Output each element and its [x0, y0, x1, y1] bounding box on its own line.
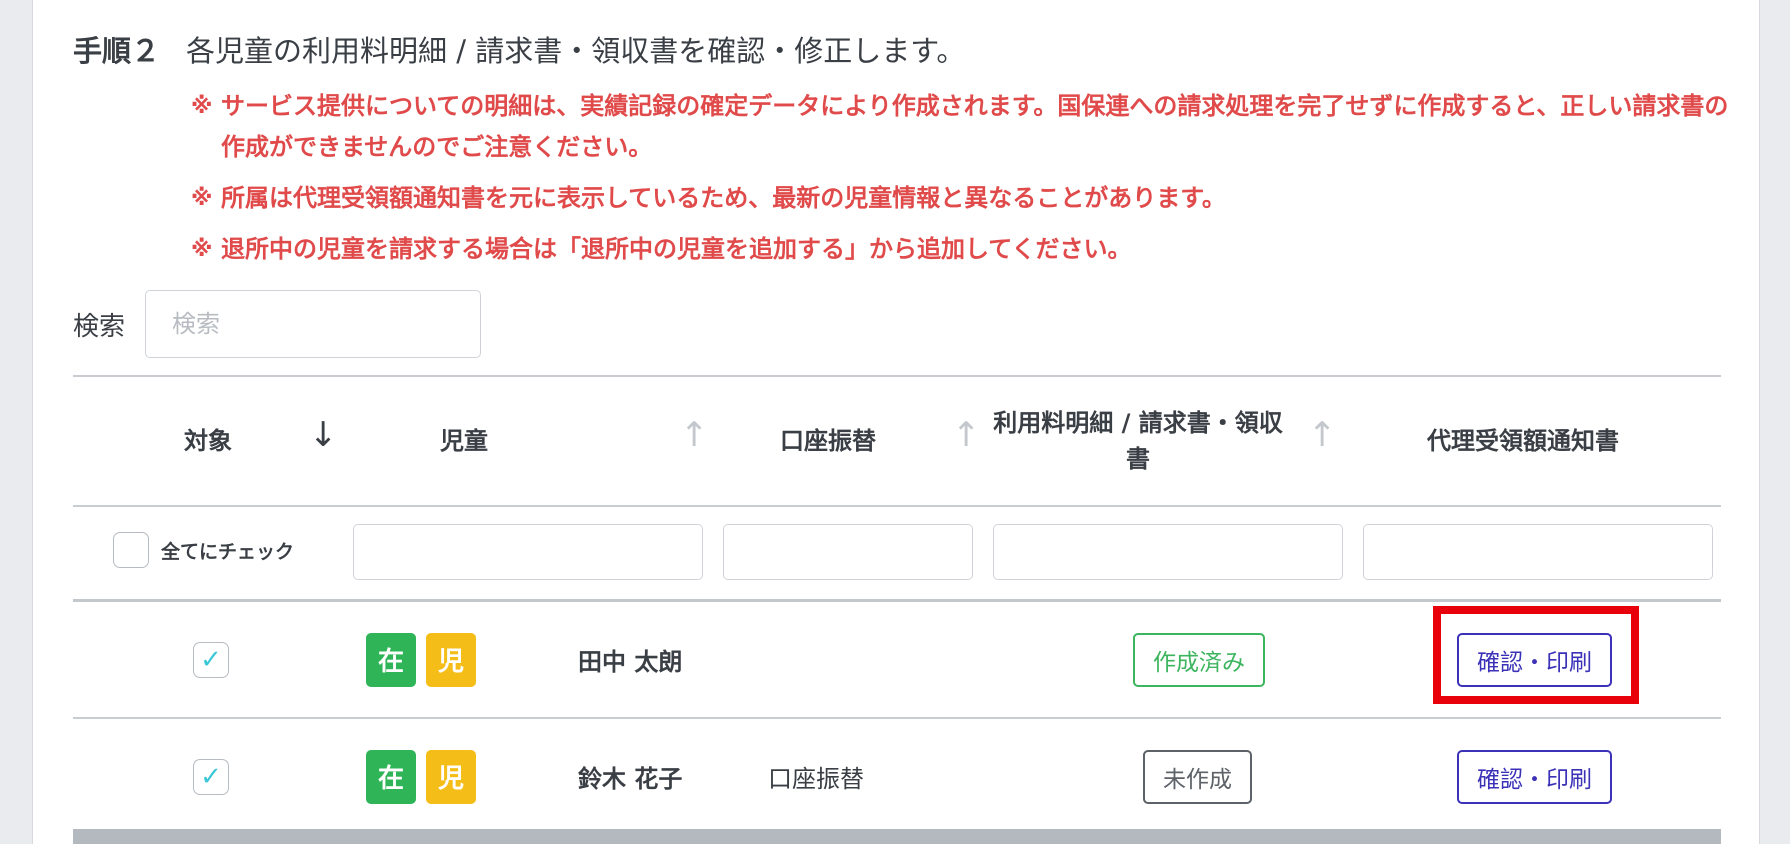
search-input[interactable]: [145, 290, 481, 358]
warning-note: ※ 所属は代理受領額通知書を元に表示しているため、最新の児童情報と異なることがあ…: [191, 178, 1741, 219]
row-badges: 在 児: [366, 719, 486, 834]
status-badge-enrolled: 在: [366, 749, 416, 804]
note-mark-icon: ※: [191, 237, 213, 262]
note-mark-icon: ※: [191, 94, 213, 119]
row-badges: 在 児: [366, 602, 486, 717]
warning-notes: ※ サービス提供についての明細は、実績記録の確定データにより作成されます。国保連…: [191, 86, 1741, 280]
note-mark-icon: ※: [191, 186, 213, 211]
table-header: 対象 ↓ 児童 ↑ 口座振替 ↑ 利用料明細 / 請求書・領収書 ↑ 代理受領額…: [73, 375, 1721, 507]
row-status-cell: 作成済み: [1133, 602, 1265, 717]
column-label: 児童: [440, 427, 488, 455]
main-panel: 手順２ 各児童の利用料明細 / 請求書・領収書を確認・修正します。 ※ サービス提…: [32, 0, 1760, 844]
transfer-value: 口座振替: [768, 765, 864, 793]
warning-note: ※ 退所中の児童を請求する場合は「退所中の児童を追加する」から追加してください。: [191, 229, 1741, 270]
status-badge-child: 児: [426, 749, 476, 804]
column-header-target[interactable]: 対象: [73, 377, 343, 505]
column-label: 対象: [184, 427, 232, 455]
step-description: 各児童の利用料明細 / 請求書・領収書を確認・修正します。: [186, 34, 966, 68]
row-checkbox[interactable]: ✓: [193, 641, 229, 678]
note-text: 退所中の児童を請求する場合は「退所中の児童を追加する」から追加してください。: [221, 235, 1132, 263]
sort-up-icon[interactable]: ↑: [1308, 415, 1337, 455]
row-check-cell: ✓: [193, 719, 229, 834]
column-header-invoice[interactable]: 利用料明細 / 請求書・領収書: [988, 377, 1288, 505]
step-header: 手順２ 各児童の利用料明細 / 請求書・領収書を確認・修正します。: [73, 28, 965, 70]
row-check-cell: ✓: [193, 602, 229, 717]
confirm-print-button[interactable]: 確認・印刷: [1457, 749, 1612, 804]
row-checkbox[interactable]: ✓: [193, 758, 229, 795]
step-label: 手順２: [73, 34, 161, 68]
invoice-status-done[interactable]: 作成済み: [1133, 632, 1265, 687]
row-transfer-cell: 口座振替: [768, 719, 864, 834]
highlight-box: [1433, 606, 1639, 704]
column-label: 利用料明細 / 請求書・領収書: [993, 409, 1283, 473]
row-name-cell: 田中 太朗: [578, 602, 682, 717]
filter-invoice-input[interactable]: [993, 524, 1343, 580]
filter-child-input[interactable]: [353, 524, 703, 580]
filter-transfer-input[interactable]: [723, 524, 973, 580]
column-header-notice: 代理受領額通知書: [1348, 377, 1698, 505]
search-label: 検索: [73, 312, 126, 342]
child-name: 鈴木 花子: [578, 765, 683, 793]
row-status-cell: 未作成: [1143, 719, 1252, 834]
invoice-status-pending[interactable]: 未作成: [1143, 749, 1252, 804]
table-row: ✓ 在 児 鈴木 花子 口座振替 未作成 確認・印刷: [73, 719, 1721, 836]
column-header-transfer[interactable]: 口座振替: [703, 377, 953, 505]
sort-down-icon[interactable]: ↓: [309, 415, 338, 455]
sort-up-icon[interactable]: ↑: [952, 415, 981, 455]
warning-note: ※ サービス提供についての明細は、実績記録の確定データにより作成されます。国保連…: [191, 86, 1741, 168]
note-text: 所属は代理受領額通知書を元に表示しているため、最新の児童情報と異なることがありま…: [221, 184, 1226, 212]
status-badge-child: 児: [426, 632, 476, 687]
table-footer-bar: [73, 829, 1721, 844]
filter-row: 全てにチェック: [73, 507, 1721, 602]
row-name-cell: 鈴木 花子: [578, 719, 682, 834]
filter-notice-input[interactable]: [1363, 524, 1713, 580]
row-action-cell: 確認・印刷: [1457, 719, 1612, 834]
status-badge-enrolled: 在: [366, 632, 416, 687]
column-header-child[interactable]: 児童: [343, 377, 585, 505]
check-all-label: 全てにチェック: [161, 540, 295, 563]
note-text: サービス提供についての明細は、実績記録の確定データにより作成されます。国保連への…: [221, 92, 1729, 161]
column-label: 口座振替: [780, 427, 876, 455]
column-label: 代理受領額通知書: [1427, 427, 1619, 455]
child-name: 田中 太朗: [578, 648, 683, 676]
check-all-control[interactable]: 全てにチェック: [113, 532, 294, 568]
check-all-checkbox[interactable]: [113, 532, 149, 568]
